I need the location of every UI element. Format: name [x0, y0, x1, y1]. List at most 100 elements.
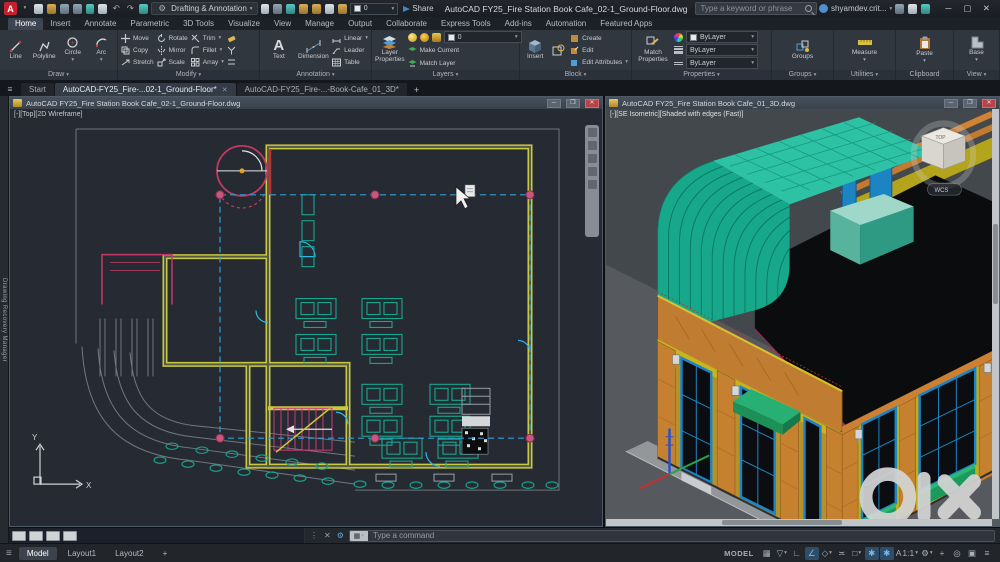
- circle-button[interactable]: Circle ▾: [60, 36, 86, 64]
- tab-visualize[interactable]: Visualize: [221, 18, 267, 30]
- autocad-logo-icon[interactable]: A: [4, 2, 17, 15]
- model-tab[interactable]: Model: [18, 546, 57, 560]
- wheel-icon[interactable]: [587, 167, 597, 176]
- panel-title-block[interactable]: Block ▾: [520, 70, 631, 80]
- sun-icon[interactable]: [325, 3, 334, 14]
- panel-title-clipboard[interactable]: Clipboard: [896, 70, 953, 80]
- tab-automation[interactable]: Automation: [539, 18, 593, 30]
- workspace-dropdown[interactable]: ⚙ Drafting & Annotation ▾: [151, 2, 258, 15]
- layer-properties-button[interactable]: Layer Properties: [375, 36, 405, 64]
- print-icon[interactable]: [98, 3, 108, 14]
- showmotion-icon[interactable]: [587, 180, 597, 189]
- explode-button[interactable]: [227, 45, 236, 56]
- open-file-icon[interactable]: [46, 3, 56, 14]
- layout-menu-icon[interactable]: ≡: [6, 548, 12, 559]
- minimize-button[interactable]: ─: [939, 2, 958, 15]
- linetype-combo[interactable]: ByLayer ▾: [686, 57, 758, 69]
- group-button[interactable]: Groups: [787, 40, 819, 61]
- graphics-performance-icon[interactable]: ▣: [965, 547, 979, 560]
- logo-caret-icon[interactable]: ▾: [19, 2, 31, 15]
- paste-button[interactable]: Paste ▾: [909, 36, 941, 65]
- file-tabs-menu-icon[interactable]: ≡: [4, 83, 16, 96]
- tab-add-ins[interactable]: Add-ins: [498, 18, 539, 30]
- window-3d-minimize[interactable]: ─: [944, 98, 958, 108]
- model-space-label[interactable]: MODEL: [724, 549, 754, 558]
- pan-icon[interactable]: [587, 128, 597, 137]
- save-icon[interactable]: [59, 3, 69, 14]
- viewport-2d[interactable]: [-][Top][2D Wireframe] Y X: [10, 109, 602, 526]
- tab-manage[interactable]: Manage: [298, 18, 341, 30]
- customization-icon[interactable]: ≡: [980, 547, 994, 560]
- redo-icon[interactable]: ↷: [124, 2, 136, 15]
- create-block-button[interactable]: Create: [570, 33, 628, 44]
- ortho-toggle[interactable]: ∟: [790, 547, 804, 560]
- account-menu[interactable]: shyamdev.crit... ▾: [819, 4, 892, 13]
- mini-layout1-tab[interactable]: [29, 530, 43, 541]
- plot-preview-icon[interactable]: [139, 3, 149, 14]
- bulb-icon[interactable]: [312, 3, 321, 14]
- lock-icon[interactable]: [337, 3, 347, 14]
- command-recent-button[interactable]: ▦ ▾: [349, 530, 368, 541]
- edit-block-button[interactable]: Edit: [570, 45, 628, 56]
- window-2d-restore[interactable]: ❐: [566, 98, 580, 108]
- tab-3d-tools[interactable]: 3D Tools: [176, 18, 221, 30]
- tab-annotate[interactable]: Annotate: [77, 18, 123, 30]
- render-icon[interactable]: [286, 3, 296, 14]
- share-button[interactable]: Share: [403, 4, 434, 13]
- quick-layer-combo[interactable]: 0 ▾: [349, 2, 399, 15]
- viewport-2d-controls[interactable]: [-][Top][2D Wireframe]: [14, 111, 82, 118]
- panel-title-properties[interactable]: Properties ▾: [632, 70, 771, 80]
- window-2d-close[interactable]: ✕: [585, 98, 599, 108]
- layout2-tab[interactable]: Layout2: [107, 547, 151, 560]
- copy-button[interactable]: Copy: [121, 45, 154, 56]
- object-snap-tracking-toggle[interactable]: ≍: [835, 547, 849, 560]
- tab-collaborate[interactable]: Collaborate: [379, 18, 434, 30]
- panel-title-modify[interactable]: Modify ▾: [118, 70, 259, 80]
- drawing-tab-ground-floor[interactable]: AutoCAD-FY25_Fire-...02-1_Ground-Floor* …: [54, 83, 236, 96]
- workspace-switch-icon[interactable]: ⚙ ▾: [920, 547, 934, 560]
- tab-express-tools[interactable]: Express Tools: [434, 18, 498, 30]
- zoom-icon[interactable]: [587, 141, 597, 150]
- color-combo[interactable]: ByLayer ▾: [686, 31, 758, 43]
- annotation-scale-button[interactable]: A 1:1 ▾: [895, 547, 919, 560]
- drawing-recovery-palette[interactable]: Drawing Recovery Manager: [0, 96, 9, 543]
- window-3d-close[interactable]: ✕: [982, 98, 996, 108]
- tab-view[interactable]: View: [267, 18, 298, 30]
- mirror-button[interactable]: Mirror: [157, 45, 188, 56]
- annotation-monitor-icon[interactable]: +: [935, 547, 949, 560]
- tab-parametric[interactable]: Parametric: [123, 18, 176, 30]
- command-options-icon[interactable]: ⋮: [310, 531, 318, 540]
- layout1-tab[interactable]: Layout1: [60, 547, 104, 560]
- layer-combo[interactable]: 0 ▾: [443, 31, 522, 43]
- app-store-icon[interactable]: [895, 3, 905, 14]
- text-button[interactable]: A Text: [263, 38, 295, 61]
- mini-add-layout-tab[interactable]: [63, 530, 77, 541]
- panel-title-annotation[interactable]: Annotation ▾: [260, 70, 371, 80]
- trim-button[interactable]: Trim ▾: [191, 33, 224, 44]
- help-search-box[interactable]: Type a keyword or phrase: [695, 2, 818, 15]
- command-customize-icon[interactable]: ⚙: [337, 531, 344, 540]
- save-as-icon[interactable]: [72, 3, 82, 14]
- match-properties-button[interactable]: Match Properties: [635, 36, 671, 64]
- match-layer-button[interactable]: Match Layer: [408, 58, 522, 69]
- add-layout-button[interactable]: +: [155, 547, 176, 560]
- move-button[interactable]: Move: [121, 33, 154, 44]
- panel-title-layers[interactable]: Layers ▾: [372, 70, 519, 80]
- undo-icon[interactable]: ↶: [110, 2, 122, 15]
- start-tab[interactable]: Start: [21, 83, 54, 96]
- horizontal-scrollbar[interactable]: [606, 519, 992, 526]
- make-current-button[interactable]: Make Current: [408, 45, 522, 56]
- new-drawing-button[interactable]: +: [408, 84, 425, 96]
- mini-model-tab[interactable]: [12, 530, 26, 541]
- eye-icon[interactable]: [273, 3, 283, 14]
- grid-toggle[interactable]: ▦: [760, 547, 774, 560]
- window-3d-titlebar[interactable]: AutoCAD FY25_Fire Station Book Cafe_01_3…: [606, 97, 999, 109]
- mini-layout2-tab[interactable]: [46, 530, 60, 541]
- line-button[interactable]: Line: [3, 40, 29, 61]
- window-2d-minimize[interactable]: ─: [547, 98, 561, 108]
- table-button[interactable]: Table: [332, 57, 368, 68]
- wcs-menu[interactable]: WCS: [927, 183, 962, 196]
- drawing-tab-3d[interactable]: AutoCAD-FY25_Fire-...-Book-Cafe_01_3D*: [236, 83, 407, 96]
- command-close-icon[interactable]: ✕: [324, 531, 331, 540]
- sheetset-icon[interactable]: [299, 3, 309, 14]
